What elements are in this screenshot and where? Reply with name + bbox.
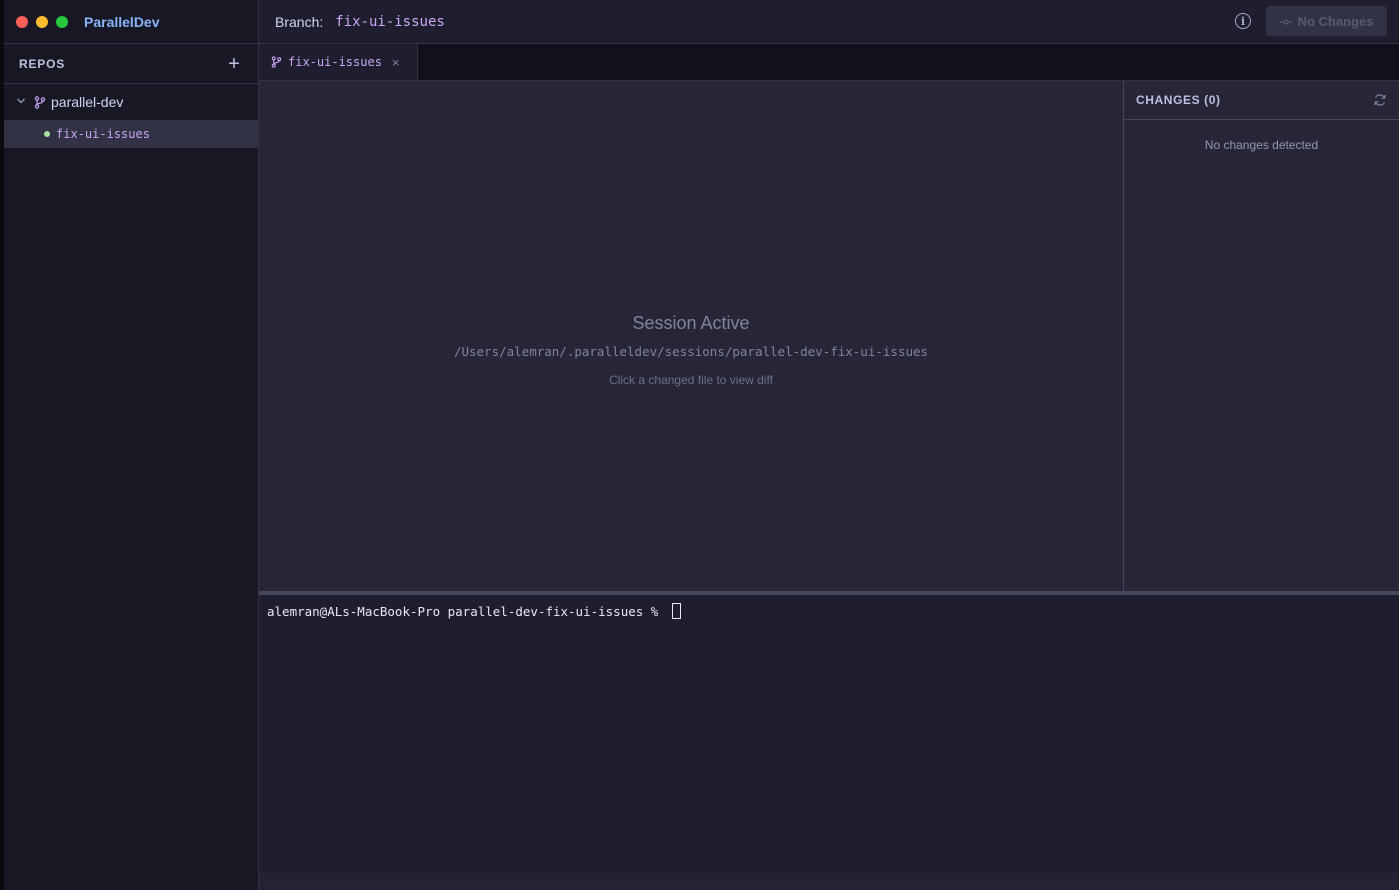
terminal-footer [259,873,1399,890]
diff-viewer: Session Active /Users/alemran/.paralleld… [259,81,1123,591]
current-branch-name: fix-ui-issues [335,13,445,30]
window-controls [16,15,68,28]
changes-header: CHANGES (0) [1124,81,1399,120]
active-status-dot [44,131,50,137]
no-changes-button[interactable]: No Changes [1266,6,1387,36]
branch-item-fix-ui-issues[interactable]: fix-ui-issues [4,120,258,148]
close-window-button[interactable] [16,15,28,28]
git-branch-icon [271,56,282,68]
tab-fix-ui-issues[interactable]: fix-ui-issues × [259,44,418,80]
zoom-window-button[interactable] [56,15,68,28]
session-hint: Click a changed file to view diff [609,372,773,387]
repo-item-parallel-dev[interactable]: parallel-dev [4,84,258,120]
session-title: Session Active [632,312,750,333]
app-window: ParallelDev REPOS + parallel-dev fix-ui-… [0,0,1399,890]
app-title: ParallelDev [84,13,160,30]
commit-icon [1279,14,1292,29]
changes-empty-message: No changes detected [1204,138,1319,152]
branch-label: Branch: [275,13,324,30]
repo-name: parallel-dev [51,94,124,110]
session-path: /Users/alemran/.paralleldev/sessions/par… [453,343,929,359]
changes-panel: CHANGES (0) No changes detected [1123,81,1399,591]
changes-title: CHANGES (0) [1136,93,1221,107]
refresh-icon[interactable] [1373,93,1387,107]
git-branch-icon [34,95,46,109]
branch-item-label: fix-ui-issues [56,127,150,141]
terminal-prompt: alemran@ALs-MacBook-Pro parallel-dev-fix… [267,603,666,619]
terminal-cursor [671,603,681,619]
sidebar-header: ParallelDev [4,0,258,44]
repos-header: REPOS + [4,44,258,84]
minimize-window-button[interactable] [36,15,48,28]
no-changes-label: No Changes [1297,13,1374,29]
sidebar: ParallelDev REPOS + parallel-dev fix-ui-… [4,0,259,890]
chevron-down-icon[interactable] [16,96,28,109]
close-tab-icon[interactable]: × [392,55,400,70]
tab-label: fix-ui-issues [288,55,382,69]
tab-bar: fix-ui-issues × [259,44,1399,81]
info-icon[interactable]: i [1235,13,1251,29]
repos-section-title: REPOS [19,56,66,71]
terminal-prompt-line: alemran@ALs-MacBook-Pro parallel-dev-fix… [267,603,1391,619]
terminal[interactable]: alemran@ALs-MacBook-Pro parallel-dev-fix… [259,595,1399,873]
top-bar: Branch: fix-ui-issues i No Changes [259,0,1399,44]
add-repo-button[interactable]: + [226,54,242,74]
